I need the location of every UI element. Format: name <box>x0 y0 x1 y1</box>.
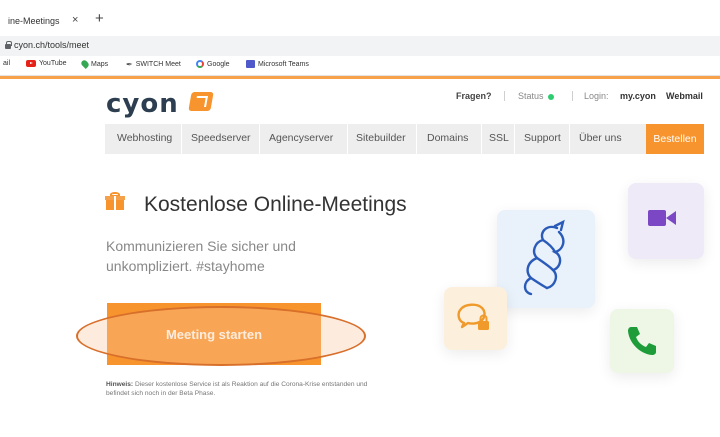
status-dot-icon <box>547 93 554 100</box>
nav-divider <box>416 124 417 154</box>
youtube-icon <box>26 60 36 67</box>
jitsi-logo-icon <box>523 219 565 296</box>
secure-chat-card <box>444 287 507 350</box>
main-nav: Webhosting Speedserver Agencyserver Site… <box>105 124 704 154</box>
divider <box>572 91 573 101</box>
bookmark-gmail[interactable]: ail <box>3 60 10 67</box>
hint-text: Dieser kostenlose Service ist als Reakti… <box>106 381 368 397</box>
nav-item-ssl[interactable]: SSL <box>489 132 509 144</box>
bookmark-teams[interactable]: Microsoft Teams <box>246 60 309 68</box>
nav-item-ueber-uns[interactable]: Über uns <box>579 132 622 144</box>
login-label: Login: <box>584 91 609 101</box>
status-label: Status <box>518 91 544 101</box>
url-text[interactable]: cyon.ch/tools/meet <box>14 40 89 50</box>
close-icon[interactable]: × <box>72 14 78 26</box>
status-link[interactable]: Status <box>518 91 554 101</box>
nav-divider <box>347 124 348 154</box>
nav-divider <box>514 124 515 154</box>
mycyon-link[interactable]: my.cyon <box>620 91 656 101</box>
nav-item-support[interactable]: Support <box>524 132 561 144</box>
maps-pin-icon <box>80 59 90 69</box>
nav-divider <box>259 124 260 154</box>
phone-card <box>610 309 674 373</box>
nav-divider <box>181 124 182 154</box>
video-camera-icon <box>648 210 676 226</box>
webmail-link[interactable]: Webmail <box>666 91 703 101</box>
bookmark-label: ail <box>3 60 11 67</box>
gift-icon <box>105 192 125 210</box>
nav-item-domains[interactable]: Domains <box>427 132 468 144</box>
jitsi-card <box>497 210 595 308</box>
teams-icon <box>246 60 255 68</box>
feather-icon: ✒ <box>126 60 133 69</box>
browser-tab[interactable]: ine-Meetings × <box>0 10 84 32</box>
nav-item-speedserver[interactable]: Speedserver <box>191 132 251 144</box>
faq-link[interactable]: Fragen? <box>456 91 492 101</box>
divider <box>504 91 505 101</box>
bookmark-maps[interactable]: Maps <box>80 59 109 69</box>
new-tab-button[interactable]: + <box>95 10 104 27</box>
secure-chat-icon <box>457 303 489 330</box>
page-subtitle: Kommunizieren Sie sicher und unkomplizie… <box>106 238 296 274</box>
bookmark-label: Microsoft Teams <box>258 60 309 68</box>
google-icon <box>196 60 204 68</box>
lock-icon <box>5 41 12 49</box>
nav-divider <box>481 124 482 154</box>
browser-tab-bar: ine-Meetings × + <box>0 0 720 36</box>
bookmark-label: Google <box>207 60 230 68</box>
order-button[interactable]: Bestellen <box>646 124 704 154</box>
bookmark-label: SWITCH Meet <box>135 61 181 68</box>
bookmark-switch-meet[interactable]: ✒ SWITCH Meet <box>126 60 181 69</box>
hint-note: Hinweis: Dieser kostenlose Service ist a… <box>106 380 376 398</box>
bookmark-label: Maps <box>91 60 109 68</box>
phone-icon <box>628 327 656 355</box>
nav-item-sitebuilder[interactable]: Sitebuilder <box>356 132 406 144</box>
nav-item-agencyserver[interactable]: Agencyserver <box>269 132 333 144</box>
bookmark-google[interactable]: Google <box>196 60 230 68</box>
bookmark-youtube[interactable]: YouTube <box>26 60 67 67</box>
meeting-start-button[interactable]: Meeting starten <box>107 303 321 365</box>
nav-divider <box>569 124 570 154</box>
logo-mark-icon[interactable] <box>188 92 214 111</box>
address-bar[interactable] <box>0 36 720 56</box>
hint-label: Hinweis: <box>106 381 134 388</box>
site-logo[interactable]: cyon <box>106 89 179 119</box>
browser-tab-title: ine-Meetings <box>8 16 60 26</box>
page-title: Kostenlose Online-Meetings <box>144 193 407 216</box>
nav-item-webhosting[interactable]: Webhosting <box>117 132 172 144</box>
accent-divider <box>0 76 720 79</box>
bookmark-label: YouTube <box>39 60 67 67</box>
